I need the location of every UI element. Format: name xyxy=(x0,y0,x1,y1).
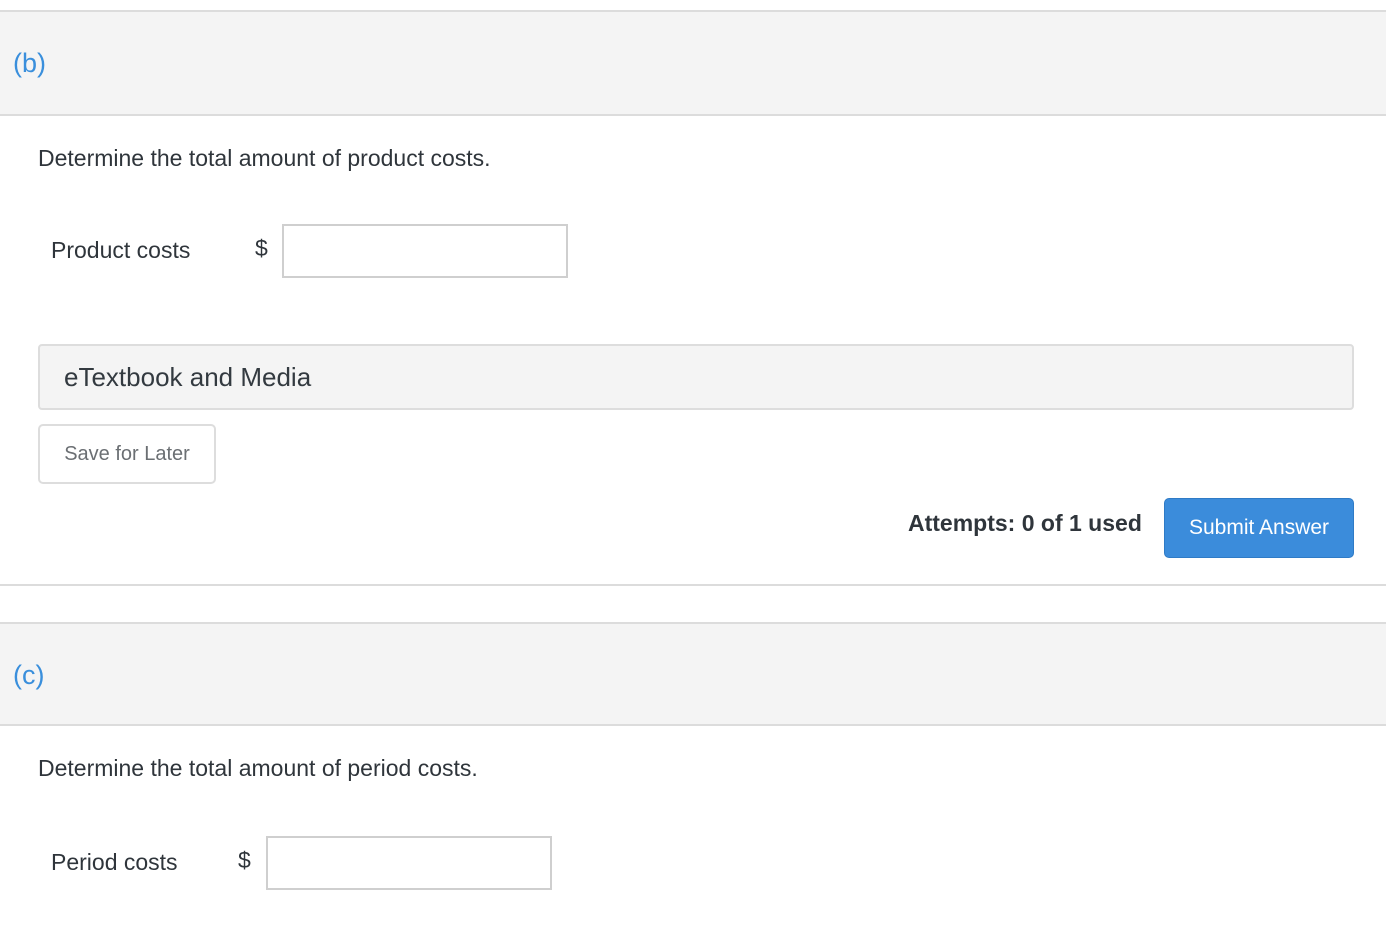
submit-answer-button[interactable]: Submit Answer xyxy=(1164,498,1354,558)
save-for-later-button[interactable]: Save for Later xyxy=(38,424,216,484)
product-costs-currency: $ xyxy=(255,235,268,261)
attempts-counter: Attempts: 0 of 1 used xyxy=(908,510,1142,536)
section-divider xyxy=(0,584,1386,586)
period-costs-label: Period costs xyxy=(51,849,178,875)
etextbook-media-label: eTextbook and Media xyxy=(64,362,312,392)
part-c-prompt: Determine the total amount of period cos… xyxy=(38,755,478,781)
period-costs-input[interactable] xyxy=(266,836,552,890)
period-costs-currency: $ xyxy=(238,847,251,873)
part-b-prompt: Determine the total amount of product co… xyxy=(38,145,491,171)
product-costs-label: Product costs xyxy=(51,237,191,263)
part-b-header: (b) xyxy=(0,10,1386,116)
etextbook-media-bar[interactable]: eTextbook and Media xyxy=(38,344,1354,410)
product-costs-input[interactable] xyxy=(282,224,568,278)
part-c-letter: (c) xyxy=(13,660,45,690)
part-c-header: (c) xyxy=(0,622,1386,726)
part-b-letter: (b) xyxy=(13,48,46,78)
